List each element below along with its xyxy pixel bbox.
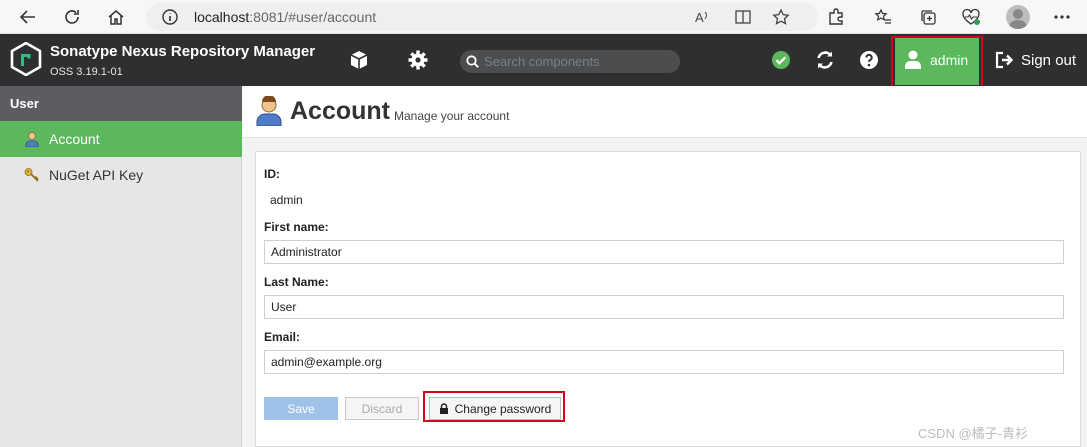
collections-button[interactable] bbox=[915, 4, 941, 30]
email-label: Email: bbox=[264, 330, 301, 344]
cube-icon bbox=[350, 51, 368, 69]
url-host: localhost bbox=[194, 9, 250, 25]
highlight-box-change-password bbox=[423, 391, 565, 422]
url-path: :8081/#user/account bbox=[249, 9, 377, 25]
browser-toolbar: localhost:8081/#user/account A bbox=[0, 0, 1087, 34]
ellipsis-icon bbox=[1054, 15, 1070, 19]
sidebar-item-label: Account bbox=[49, 131, 100, 147]
favorite-star-icon[interactable] bbox=[772, 8, 790, 26]
user-icon bbox=[256, 96, 282, 126]
back-button[interactable] bbox=[15, 4, 41, 30]
first-name-field[interactable] bbox=[264, 240, 1064, 264]
page-title: Account bbox=[290, 97, 390, 125]
save-button[interactable]: Save bbox=[264, 397, 338, 420]
first-name-label: First name: bbox=[264, 220, 329, 234]
check-circle-icon bbox=[772, 51, 790, 69]
highlight-box-user bbox=[891, 36, 983, 90]
question-circle-icon bbox=[860, 51, 878, 69]
heart-pulse-icon bbox=[962, 8, 980, 25]
home-icon bbox=[108, 10, 124, 25]
browse-button[interactable] bbox=[348, 49, 370, 71]
watermark: CSDN @橘子-青衫 bbox=[918, 426, 1028, 441]
id-value: admin bbox=[270, 193, 303, 207]
read-aloud-icon[interactable]: A bbox=[694, 9, 712, 25]
sidebar-item-nuget-api-key[interactable]: NuGet API Key bbox=[0, 157, 242, 193]
sidebar: User Account NuGet API Key bbox=[0, 86, 242, 447]
sign-out-icon bbox=[995, 51, 1014, 69]
app-version: OSS 3.19.1-01 bbox=[50, 66, 123, 78]
sign-out-button[interactable]: Sign out bbox=[995, 50, 1076, 70]
page-header: Account Manage your account bbox=[242, 86, 1087, 138]
discard-button[interactable]: Discard bbox=[345, 397, 419, 420]
search-icon bbox=[466, 55, 479, 68]
account-form: ID: admin First name: Last Name: Email: … bbox=[255, 151, 1081, 447]
last-name-label: Last Name: bbox=[264, 275, 329, 289]
search-input[interactable] bbox=[482, 51, 672, 71]
system-status-indicator[interactable] bbox=[770, 49, 792, 71]
id-label: ID: bbox=[264, 167, 280, 181]
nexus-logo-icon[interactable] bbox=[10, 42, 42, 76]
puzzle-icon bbox=[829, 8, 843, 25]
gear-icon bbox=[408, 50, 428, 70]
administration-button[interactable] bbox=[407, 49, 429, 71]
sidebar-item-account[interactable]: Account bbox=[0, 121, 242, 157]
extensions-button[interactable] bbox=[823, 4, 849, 30]
page-subtitle: Manage your account bbox=[394, 109, 510, 123]
collections-icon bbox=[921, 10, 936, 25]
app-title: Sonatype Nexus Repository Manager bbox=[50, 43, 316, 60]
info-icon bbox=[162, 9, 178, 25]
user-icon bbox=[25, 132, 39, 147]
sidebar-item-label: NuGet API Key bbox=[49, 167, 144, 183]
refresh-button[interactable] bbox=[814, 49, 836, 71]
last-name-field[interactable] bbox=[264, 295, 1064, 319]
help-button[interactable] bbox=[858, 49, 880, 71]
home-button[interactable] bbox=[103, 4, 129, 30]
address-bar[interactable]: localhost:8081/#user/account A bbox=[146, 3, 818, 31]
email-field[interactable] bbox=[264, 350, 1064, 374]
reload-icon bbox=[65, 10, 79, 24]
search-box[interactable] bbox=[460, 50, 680, 73]
refresh-icon bbox=[817, 51, 833, 69]
more-menu-button[interactable] bbox=[1049, 4, 1075, 30]
health-button[interactable] bbox=[958, 4, 984, 30]
url-text: localhost:8081/#user/account bbox=[194, 9, 376, 25]
arrow-left-icon bbox=[19, 10, 35, 24]
reader-view-icon[interactable] bbox=[734, 9, 752, 25]
svg-text:A: A bbox=[695, 10, 704, 25]
favorites-list-icon bbox=[874, 8, 891, 24]
favorites-button[interactable] bbox=[870, 4, 896, 30]
key-icon bbox=[24, 168, 39, 182]
sign-out-label: Sign out bbox=[1021, 51, 1077, 69]
profile-avatar[interactable] bbox=[1006, 5, 1030, 29]
main-content: Account Manage your account ID: admin Fi… bbox=[242, 86, 1087, 447]
sidebar-section-title: User bbox=[0, 86, 242, 121]
reload-button[interactable] bbox=[59, 4, 85, 30]
